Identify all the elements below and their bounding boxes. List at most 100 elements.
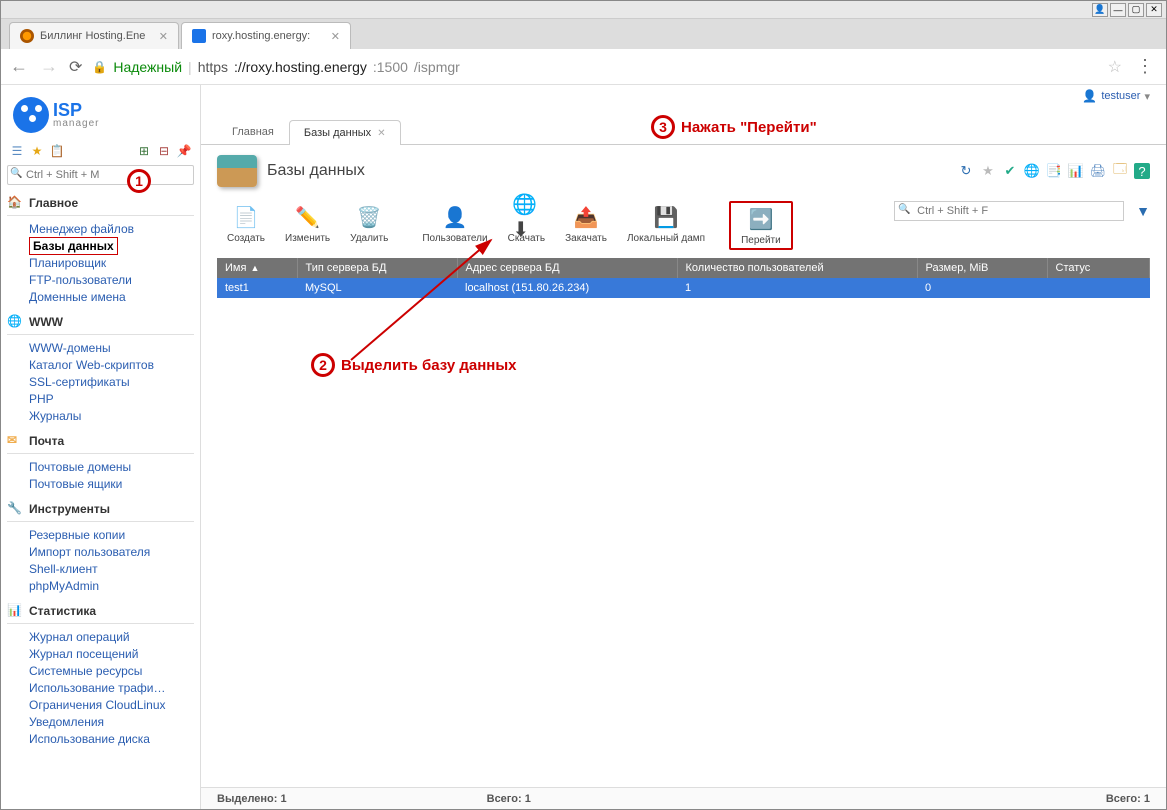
sidebar-link[interactable]: Журналы [29,409,81,423]
sidebar-section-title[interactable]: 🔧Инструменты [7,501,194,522]
close-icon[interactable]: ✕ [331,30,340,43]
close-window-button[interactable]: ✕ [1146,3,1162,17]
toolbar-скачать-button[interactable]: 🌐⬇Скачать [498,201,556,246]
forward-button[interactable]: → [39,56,59,77]
column-header[interactable]: Количество пользователей [677,258,917,278]
app-tab[interactable]: Базы данных✕ [289,120,401,145]
sidebar-link[interactable]: SSL-сертификаты [29,375,130,389]
toolbar-локальный дамп-button[interactable]: 💾Локальный дамп [617,201,715,246]
status-bar: Выделено: 1 Всего: 1 Всего: 1 [201,787,1166,809]
toolbar-icon: 🗑️ [355,203,383,231]
sidebar-item: Использование диска [29,732,194,746]
sidebar-link[interactable]: Базы данных [29,237,118,255]
refresh-icon[interactable]: ↻ [958,163,974,179]
sidebar-link[interactable]: Планировщик [29,256,106,270]
browser-menu-icon[interactable]: ⋮ [1132,56,1158,77]
close-icon[interactable]: ✕ [159,30,168,43]
table-row[interactable]: test1MySQLlocalhost (151.80.26.234)10 [217,278,1150,298]
section-icon: 🏠 [7,195,23,211]
copy-icon[interactable]: 📑 [1046,163,1062,179]
toolbar-icon: 💾 [652,203,680,231]
column-header[interactable]: Имя▲ [217,258,297,278]
toolbar-закачать-button[interactable]: 📤Закачать [555,201,617,246]
search-input[interactable] [894,201,1124,221]
globe-icon[interactable]: 🌐 [1024,163,1040,179]
toolbar-создать-button[interactable]: 📄Создать [217,201,275,246]
sidebar-link[interactable]: Почтовые домены [29,460,131,474]
sidebar-item: PHP [29,392,194,406]
sidebar-section-title[interactable]: ✉Почта [7,433,194,454]
column-header[interactable]: Адрес сервера БД [457,258,677,278]
sidebar-item: Каталог Web-скриптов [29,358,194,372]
sidebar-link[interactable]: Импорт пользователя [29,545,150,559]
sidebar-search-input[interactable] [7,165,194,185]
toolbar-search-wrap: ▼ [894,201,1150,221]
clipboard-icon[interactable]: 📋 [49,143,65,159]
add-plus-icon[interactable]: ⊞ [136,143,152,159]
column-header[interactable]: Статус [1047,258,1150,278]
sidebar-link[interactable]: PHP [29,392,54,406]
check-icon[interactable]: ✔ [1002,163,1018,179]
settings-icon[interactable]: 🗔 [1112,163,1128,179]
browser-tab-2[interactable]: roxy.hosting.energy: ✕ [181,22,351,49]
list-icon[interactable]: ☰ [9,143,25,159]
sidebar-link[interactable]: Уведомления [29,715,104,729]
sidebar-link[interactable]: Каталог Web-скриптов [29,358,154,372]
toolbar-изменить-button[interactable]: ✏️Изменить [275,201,340,246]
sidebar-link[interactable]: phpMyAdmin [29,579,99,593]
window-controls: 👤 — ▢ ✕ [1,1,1166,19]
star-action-icon[interactable]: ★ [980,163,996,179]
secure-label: Надежный [113,59,182,75]
section-label: Почта [29,434,64,448]
user-window-icon[interactable]: 👤 [1092,3,1108,17]
sidebar-section-title[interactable]: 🏠Главное [7,195,194,216]
sidebar-link[interactable]: Использование диска [29,732,150,746]
sidebar-link[interactable]: Использование трафи… [29,681,166,695]
column-header[interactable]: Размер, MiB [917,258,1047,278]
toolbar-перейти-button[interactable]: ➡️Перейти [729,201,793,250]
export-icon[interactable]: 📊 [1068,163,1084,179]
back-button[interactable]: ← [9,56,29,77]
remove-minus-icon[interactable]: ⊟ [156,143,172,159]
total-count-2: 1 [1144,793,1150,805]
sidebar-link[interactable]: Резервные копии [29,528,125,542]
browser-tab-1[interactable]: Биллинг Hosting.Ene ✕ [9,22,179,49]
bookmark-star-icon[interactable]: ☆ [1108,57,1122,77]
help-icon[interactable]: ? [1134,163,1150,179]
table-cell: 1 [677,278,917,298]
app-tab-strip: ГлавнаяБазы данных✕ [201,113,1166,145]
filter-icon[interactable]: ▼ [1136,203,1150,219]
close-icon[interactable]: ✕ [377,128,385,139]
sidebar-section-title[interactable]: 🌐WWW [7,314,194,335]
toolbar-удалить-button[interactable]: 🗑️Удалить [340,201,398,246]
print-icon[interactable]: 🖨 [1090,163,1106,179]
chevron-down-icon: ▾ [1144,90,1150,103]
favorite-icon[interactable]: ★ [29,143,45,159]
sidebar-link[interactable]: Почтовые ящики [29,477,122,491]
sidebar-link[interactable]: Ограничения CloudLinux [29,698,166,712]
sidebar-search[interactable] [7,165,194,185]
column-header[interactable]: Тип сервера БД [297,258,457,278]
toolbar-search[interactable] [894,201,1124,221]
app-tab[interactable]: Главная [217,119,289,144]
url-port: :1500 [373,59,408,75]
sidebar-link[interactable]: Журнал операций [29,630,130,644]
minimize-button[interactable]: — [1110,3,1126,17]
sidebar-link[interactable]: Доменные имена [29,290,126,304]
sidebar-link[interactable]: Shell-клиент [29,562,98,576]
sidebar-link[interactable]: Системные ресурсы [29,664,142,678]
sidebar-link[interactable]: Менеджер файлов [29,222,134,236]
toolbar-пользователи-button[interactable]: 👤Пользователи [412,201,497,246]
maximize-button[interactable]: ▢ [1128,3,1144,17]
sidebar-section-title[interactable]: 📊Статистика [7,603,194,624]
reload-button[interactable]: ⟳ [69,57,82,77]
sidebar-link[interactable]: Журнал посещений [29,647,138,661]
sidebar-section: 🏠Главное Менеджер файловБазы данныхПланир… [7,195,194,304]
sidebar-link[interactable]: FTP-пользователи [29,273,132,287]
user-menu[interactable]: 👤 testuser ▾ [1082,89,1150,103]
url-field[interactable]: 🔒 Надежный | https://roxy.hosting.energy… [92,59,1097,75]
app-body: ISP manager ☰ ★ 📋 ⊞ ⊟ 📌 🏠ГлавноеМенеджер… [1,85,1166,809]
pin-icon[interactable]: 📌 [176,143,192,159]
sidebar-link[interactable]: WWW-домены [29,341,111,355]
sidebar-item: Базы данных [29,239,194,253]
